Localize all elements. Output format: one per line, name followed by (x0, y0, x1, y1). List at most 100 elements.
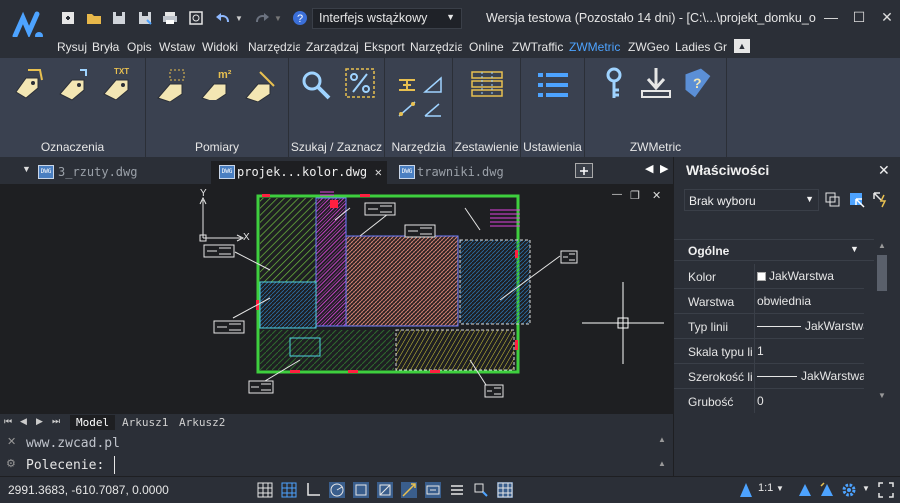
property-row-szerokosc-linii[interactable]: Szerokość linii JakWarstwa (674, 364, 864, 389)
property-row-warstwa[interactable]: Warstwa obwiednia (674, 289, 864, 314)
command-options-icon[interactable]: ⚙ (6, 457, 16, 470)
undo-dropdown-icon[interactable]: ▼ (234, 10, 244, 26)
tab-3-rzuty[interactable]: DWG 3_rzuty.dwg (30, 161, 210, 184)
ribbon-collapse-button[interactable]: ▲ (734, 39, 750, 53)
chevron-down-icon[interactable]: ▼ (776, 484, 784, 493)
menu-zwmetric[interactable]: ZWMetric (569, 40, 621, 54)
tag-text-icon[interactable]: TXT (100, 66, 134, 100)
menu-ladies-gr[interactable]: Ladies Gr (675, 40, 727, 54)
search-icon[interactable] (299, 68, 333, 102)
property-value[interactable]: 1 (754, 339, 864, 363)
property-row-grubosc[interactable]: Grubość 0 (674, 389, 864, 414)
menu-bryla[interactable]: Bryła (92, 40, 119, 54)
measure-point-icon[interactable] (156, 68, 190, 102)
new-tab-button[interactable] (575, 163, 593, 178)
properties-close-button[interactable]: ✕ (878, 162, 890, 179)
property-value[interactable]: JakWarstwa (754, 264, 864, 288)
undo-icon[interactable] (215, 10, 231, 26)
open-folder-icon[interactable] (86, 10, 102, 26)
tool-sum-icon[interactable] (397, 76, 417, 94)
tab-scroll-right-icon[interactable]: ▶ (660, 162, 668, 175)
menu-zwgeo[interactable]: ZWGeo (628, 40, 669, 54)
tool-angle-icon[interactable] (423, 100, 443, 118)
fullscreen-icon[interactable] (878, 482, 894, 498)
lineweight-icon[interactable] (449, 482, 465, 498)
property-row-typ-linii[interactable]: Typ linii JakWarstwa (674, 314, 864, 339)
tab-scroll-left-icon[interactable]: ◀ (645, 162, 653, 175)
menu-rysuj[interactable]: Rysuj (57, 40, 87, 54)
preview-icon[interactable] (188, 10, 204, 26)
workspace-select[interactable]: Interfejs wstążkowy ▼ (312, 8, 462, 29)
menu-zwtraffic[interactable]: ZWTraffic (512, 40, 563, 54)
selection-cycling-icon[interactable] (473, 482, 489, 498)
menu-narzedzia-1[interactable]: Narzędzia (248, 40, 300, 54)
save-icon[interactable] (111, 10, 127, 26)
viewport-minimize-button[interactable]: — (612, 189, 622, 200)
scroll-up-icon[interactable]: ▲ (878, 241, 886, 250)
new-file-icon[interactable] (60, 10, 76, 26)
select-percent-icon[interactable] (343, 66, 377, 100)
toggle-pickadd-icon[interactable] (824, 191, 842, 209)
first-layout-icon[interactable]: ⏮ (4, 416, 12, 427)
object-snap-icon[interactable] (353, 482, 369, 498)
ortho-icon[interactable] (305, 482, 321, 498)
snap-grid-icon[interactable] (281, 482, 297, 498)
prev-layout-icon[interactable]: ◀ (20, 416, 27, 427)
table-list-icon[interactable] (470, 68, 504, 102)
drawing-canvas[interactable]: — ❐ ✕ Y X (0, 184, 673, 414)
command-expand-icon[interactable]: ▲ (658, 459, 666, 468)
settings-list-icon[interactable] (536, 68, 570, 102)
dynamic-ucs-icon[interactable] (401, 482, 417, 498)
close-command-icon[interactable]: ✕ (7, 435, 16, 448)
menu-wstaw[interactable]: Wstaw (159, 40, 195, 54)
scroll-down-icon[interactable]: ▼ (878, 391, 886, 400)
dynamic-input-icon[interactable] (425, 482, 441, 498)
settings-gear-icon[interactable] (841, 482, 857, 498)
maximize-button[interactable]: ☐ (850, 9, 868, 27)
tool-slope-icon[interactable] (397, 100, 417, 118)
measure-length-icon[interactable] (244, 68, 278, 102)
download-update-icon[interactable] (639, 66, 673, 100)
property-row-skala-typu-linii[interactable]: Skala typu linii 1 (674, 339, 864, 364)
property-value[interactable]: 0 (754, 389, 864, 413)
select-objects-icon[interactable] (848, 191, 866, 209)
property-value[interactable]: obwiednia (754, 289, 864, 313)
tool-triangle-icon[interactable] (423, 76, 443, 94)
menu-zarzadzaj[interactable]: Zarządzaj (306, 40, 358, 54)
scrollbar-thumb[interactable] (877, 255, 887, 291)
menu-narzedzia-2[interactable]: Narzędzia (410, 40, 462, 54)
license-key-icon[interactable] (597, 66, 631, 100)
properties-scrollbar[interactable]: ▲ ▼ (874, 239, 890, 407)
menu-online[interactable]: Online (469, 40, 504, 54)
layout-tab-model[interactable]: Model (70, 415, 116, 430)
property-row-kolor[interactable]: Kolor JakWarstwa (674, 264, 864, 289)
polar-tracking-icon[interactable] (329, 482, 345, 498)
menu-opis[interactable]: Opis (127, 40, 152, 54)
measure-area-icon[interactable]: m² (200, 66, 234, 100)
section-ogolne-header[interactable]: Ogólne ▼ (674, 239, 874, 261)
annotation-scale-value[interactable]: 1:1 (758, 482, 773, 494)
menu-eksport[interactable]: Eksport (364, 40, 405, 54)
close-button[interactable]: ✕ (878, 9, 896, 27)
snap-tracking-icon[interactable] (377, 482, 393, 498)
layout-tab-arkusz2[interactable]: Arkusz2 (173, 415, 231, 430)
help-book-icon[interactable]: ? (681, 66, 715, 100)
menu-widoki[interactable]: Widoki (202, 40, 238, 54)
save-as-icon[interactable] (137, 10, 153, 26)
help-icon[interactable]: ? (292, 10, 308, 26)
auto-scale-icon[interactable] (819, 482, 835, 498)
redo-icon[interactable] (254, 10, 270, 26)
property-value[interactable]: JakWarstwa (754, 314, 864, 338)
chevron-down-icon[interactable]: ▼ (862, 484, 870, 493)
annotation-monitor-icon[interactable] (497, 482, 513, 498)
command-input[interactable] (114, 456, 644, 474)
annotation-scale-icon[interactable] (738, 482, 754, 498)
quick-select-icon[interactable] (872, 191, 890, 209)
print-icon[interactable] (162, 10, 178, 26)
viewport-restore-button[interactable]: ❐ (630, 189, 640, 202)
tag-label-icon[interactable] (12, 68, 46, 102)
layout-tab-arkusz1[interactable]: Arkusz1 (116, 415, 174, 430)
tag-dimension-icon[interactable] (56, 68, 90, 102)
selection-dropdown[interactable]: Brak wyboru ▼ (684, 189, 819, 211)
scroll-up-icon[interactable]: ▲ (658, 435, 666, 444)
